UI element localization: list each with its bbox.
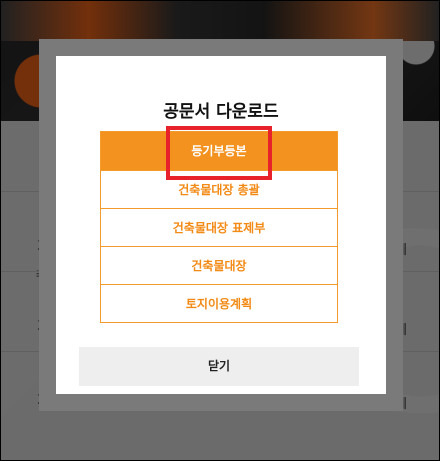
document-option-building-summary[interactable]: 건축물대장 총괄 [101, 170, 337, 208]
close-button[interactable]: 닫기 [79, 347, 359, 386]
modal-body: 공문서 다운로드 등기부등본 건축물대장 총괄 건축물대장 표제부 건축물대장 … [56, 56, 386, 394]
document-option-building-register[interactable]: 건축물대장 [101, 246, 337, 284]
document-list: 등기부등본 건축물대장 총괄 건축물대장 표제부 건축물대장 토지이용계획 [100, 131, 338, 323]
screen: ≡ 3, 포레 3, 포레 3, 포레 공문서 다운로드 등기부등본 건축물대장… [0, 0, 440, 461]
document-option-building-title[interactable]: 건축물대장 표제부 [101, 208, 337, 246]
modal-title: 공문서 다운로드 [163, 102, 279, 122]
document-option-land-use-plan[interactable]: 토지이용계획 [101, 284, 337, 322]
document-download-modal: 공문서 다운로드 등기부등본 건축물대장 총괄 건축물대장 표제부 건축물대장 … [39, 39, 403, 411]
document-option-registry[interactable]: 등기부등본 [101, 132, 337, 170]
